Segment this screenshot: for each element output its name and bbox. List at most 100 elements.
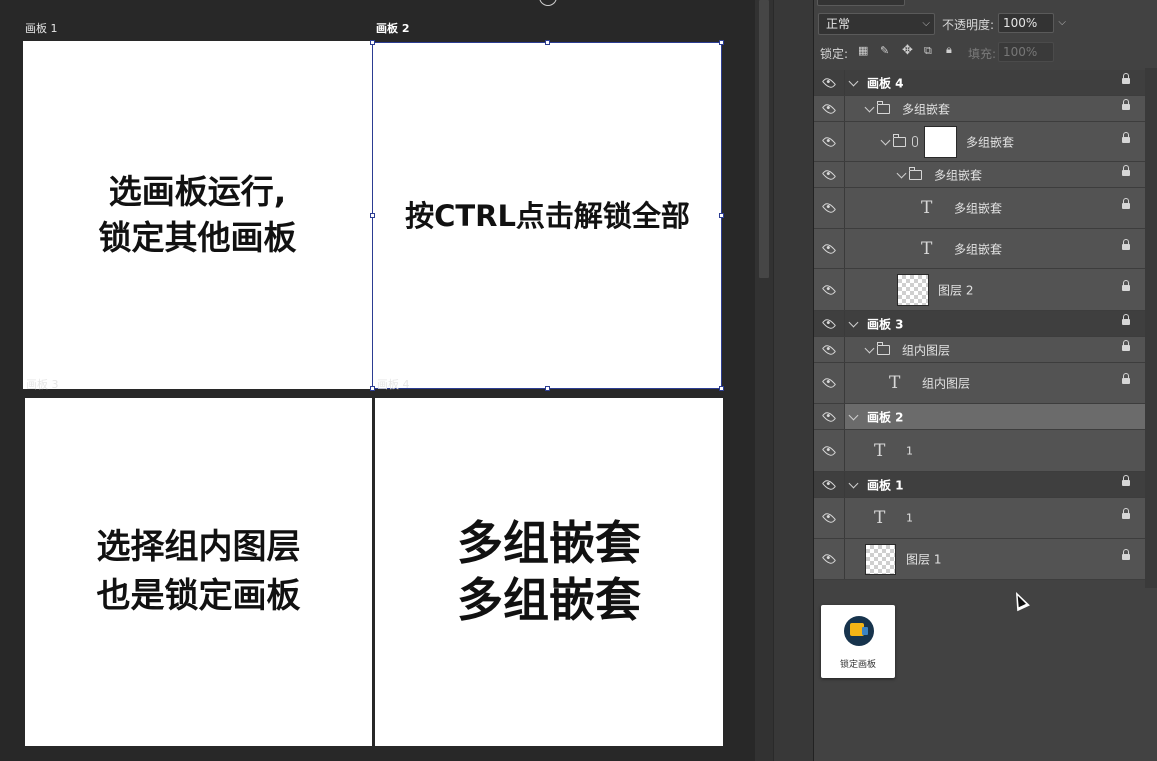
lock-icon: [1122, 72, 1130, 84]
layer-row-group[interactable]: 组内图层: [814, 337, 1145, 363]
lock-icon: [1122, 549, 1130, 560]
layer-row-group[interactable]: 多组嵌套: [814, 162, 1145, 188]
layer-row-group-masked[interactable]: 多组嵌套: [814, 122, 1145, 162]
layer-row-group[interactable]: 多组嵌套: [814, 96, 1145, 122]
artboard-4-label[interactable]: 画板 4: [377, 379, 410, 391]
folder-icon: [876, 100, 890, 114]
layer-row-artboard-3[interactable]: 画板 3: [814, 311, 1145, 337]
blend-mode-value: 正常: [826, 17, 851, 31]
chevron-down-icon[interactable]: [848, 317, 859, 327]
eye-icon: [821, 409, 837, 424]
layer-thumbnail[interactable]: [865, 544, 896, 575]
layer-name: 多组嵌套: [902, 102, 951, 116]
panel-gutter: [773, 0, 813, 761]
eye-icon: [821, 75, 837, 90]
visibility-toggle[interactable]: [814, 337, 845, 362]
artboard-2-text: 按CTRL点击解锁全部: [405, 198, 690, 233]
chevron-down-icon[interactable]: [848, 478, 859, 488]
visibility-toggle[interactable]: [814, 430, 845, 471]
eye-icon: [821, 134, 837, 149]
eye-icon: [821, 342, 837, 357]
lock-artboard-nesting-icon[interactable]: ⧉: [924, 44, 932, 58]
visibility-toggle[interactable]: [814, 311, 845, 336]
visibility-toggle[interactable]: [814, 229, 845, 268]
layer-name: 多组嵌套: [934, 168, 983, 182]
chevron-down-icon[interactable]: [848, 410, 859, 420]
folder-icon: [892, 133, 906, 147]
link-icon[interactable]: [912, 135, 918, 147]
resize-handle-tr[interactable]: [719, 40, 724, 45]
eye-icon: [821, 375, 837, 391]
lock-icon: [1122, 198, 1130, 209]
layer-name: 图层 2: [938, 283, 974, 297]
layers-scrollbar[interactable]: [1145, 68, 1157, 588]
artboard-4-text: 多组嵌套 多组嵌套: [457, 516, 641, 627]
layer-thumbnail[interactable]: [897, 274, 929, 306]
document-canvas[interactable]: 画板 1 选画板运行, 锁定其他画板 画板 2 按CTRL点击解锁全部 画板 3…: [0, 0, 755, 761]
layer-row-text[interactable]: T 1: [814, 430, 1145, 472]
chevron-down-icon[interactable]: [848, 76, 859, 86]
layer-row-text[interactable]: T 组内图层: [814, 363, 1145, 404]
visibility-toggle[interactable]: [814, 472, 845, 497]
artboard-1-label[interactable]: 画板 1: [25, 23, 58, 35]
chevron-down-icon[interactable]: [864, 343, 875, 353]
opacity-dropdown-arrow[interactable]: ⌵: [1058, 14, 1066, 32]
lock-all-icon[interactable]: 🔒︎: [946, 43, 952, 57]
resize-handle-b[interactable]: [545, 386, 550, 391]
resize-handle-tl[interactable]: [370, 40, 375, 45]
chevron-down-icon[interactable]: [864, 102, 875, 112]
layer-row-artboard-4[interactable]: 画板 4: [814, 70, 1145, 96]
layer-name: 1: [906, 511, 913, 525]
visibility-toggle[interactable]: [814, 269, 845, 310]
layer-row-artboard-2[interactable]: 画板 2: [814, 404, 1145, 430]
blend-mode-dropdown[interactable]: 正常 ⌵: [818, 13, 935, 35]
layer-row-pixel[interactable]: 图层 2: [814, 269, 1145, 311]
layer-row-text[interactable]: T 多组嵌套: [814, 188, 1145, 229]
resize-handle-l[interactable]: [370, 213, 375, 218]
canvas-scroll-thumb[interactable]: [759, 0, 769, 278]
opacity-label: 不透明度:: [942, 18, 995, 32]
visibility-toggle[interactable]: [814, 162, 845, 187]
visibility-toggle[interactable]: [814, 363, 845, 403]
visibility-toggle[interactable]: [814, 96, 845, 121]
visibility-toggle[interactable]: [814, 404, 845, 429]
visibility-toggle[interactable]: [814, 539, 845, 579]
filter-kind-dropdown[interactable]: [817, 0, 905, 6]
visibility-toggle[interactable]: [814, 188, 845, 228]
artboard-2[interactable]: 按CTRL点击解锁全部: [373, 42, 722, 389]
layer-name: 画板 4: [867, 76, 904, 90]
lock-artboard-plugin-button[interactable]: 锁定画板: [821, 605, 895, 678]
lock-icon: [1122, 131, 1130, 143]
artboard-1[interactable]: 选画板运行, 锁定其他画板: [23, 41, 372, 389]
layer-row-pixel[interactable]: 图层 1: [814, 539, 1145, 580]
eye-icon: [821, 101, 837, 116]
artboard-3[interactable]: 选择组内图层 也是锁定画板: [25, 398, 372, 746]
layer-name: 1: [906, 444, 913, 457]
artboard-2-label[interactable]: 画板 2: [376, 23, 409, 35]
visibility-toggle[interactable]: [814, 122, 845, 161]
lock-icon: [1122, 474, 1130, 486]
layer-mask-thumbnail[interactable]: [924, 126, 957, 158]
visibility-toggle[interactable]: [814, 70, 845, 95]
visibility-toggle[interactable]: [814, 498, 845, 538]
resize-handle-bl[interactable]: [370, 386, 375, 391]
plugin-icon-lock: [862, 627, 868, 635]
lock-icon: [1122, 373, 1130, 384]
layer-row-artboard-1[interactable]: 画板 1: [814, 472, 1145, 498]
resize-handle-t[interactable]: [545, 40, 550, 45]
artboard-4[interactable]: 多组嵌套 多组嵌套: [375, 398, 723, 746]
lock-transparent-pixels-icon[interactable]: ▦: [858, 44, 868, 57]
resize-handle-br[interactable]: [719, 386, 724, 391]
opacity-field[interactable]: 100% ⌵: [998, 13, 1066, 33]
text-layer-icon: T: [889, 373, 901, 393]
chevron-down-icon[interactable]: [896, 168, 907, 178]
lock-image-pixels-icon[interactable]: ✎: [880, 44, 889, 57]
text-layer-icon: T: [921, 198, 933, 218]
resize-handle-r[interactable]: [719, 213, 724, 218]
layer-row-text[interactable]: T 多组嵌套: [814, 229, 1145, 269]
layer-row-text[interactable]: T 1: [814, 498, 1145, 539]
fill-field[interactable]: 100%: [998, 42, 1054, 62]
lock-position-icon[interactable]: ✥: [902, 43, 913, 58]
artboard-3-label[interactable]: 画板 3: [26, 379, 59, 391]
chevron-down-icon[interactable]: [880, 135, 891, 145]
